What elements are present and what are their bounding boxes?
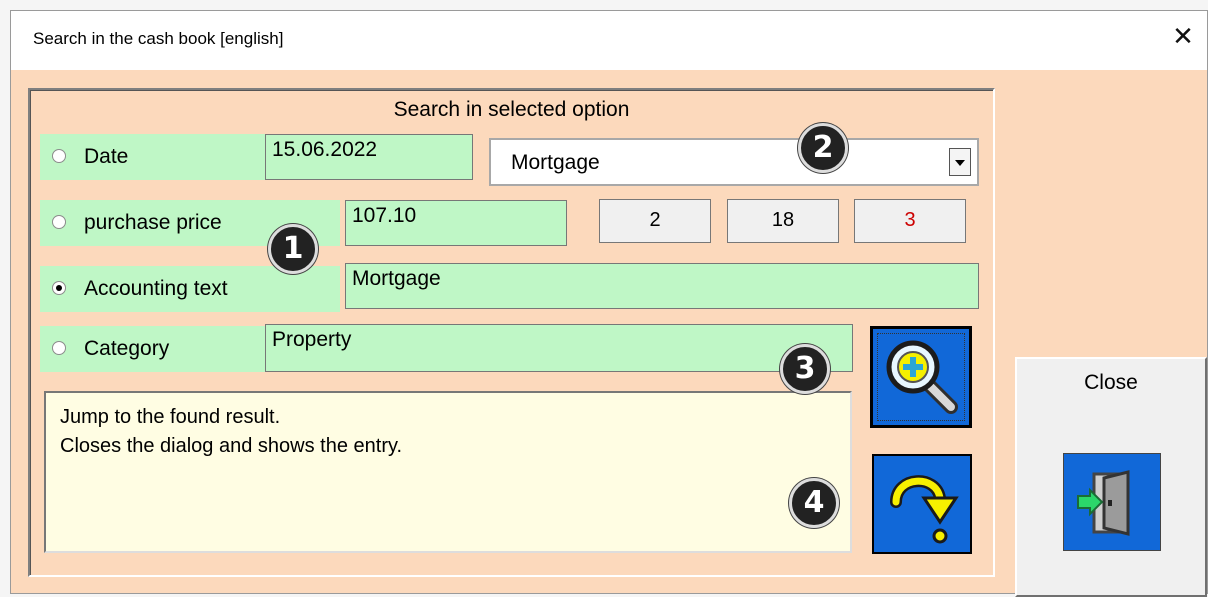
accounting-text-field[interactable]: Mortgage [345,263,979,309]
jump-to-result-button[interactable] [872,454,972,554]
counter-box-b: 18 [727,199,839,243]
accounting-text-label: Accounting text [84,277,228,300]
callout-badge-1: 1 [268,224,318,274]
close-label: Close [1084,371,1138,394]
category-label: Category [84,337,170,360]
exit-door-icon [1077,470,1130,536]
info-text: Jump to the found result. Closes the dia… [44,391,852,553]
exit-button[interactable] [1063,453,1161,551]
callout-badge-4: 4 [789,478,839,528]
counter-box-a: 2 [599,199,711,243]
close-panel: Close [1015,357,1207,597]
counter-box-c: 3 [854,199,966,243]
category-field[interactable]: Property [265,324,853,372]
accounting-text-radio[interactable] [52,281,66,295]
purchase-price-label: purchase price [84,211,222,234]
jump-arrow-icon [890,475,959,544]
panel-title: Search in selected option [393,98,630,121]
text-select[interactable]: Mortgage [489,138,979,186]
title-bar: Search in the cash book [english] ✕ [11,11,1207,70]
callout-badge-2: 2 [798,123,848,173]
search-dialog: Search in the cash book [english] ✕ Sear… [10,10,1208,597]
category-radio[interactable] [52,341,66,355]
purchase-price-radio[interactable] [52,215,66,229]
date-radio[interactable] [52,149,66,163]
window-title: Search in the cash book [english] [33,29,284,48]
option-date[interactable]: Date [40,134,265,180]
dropdown-arrow-icon[interactable] [949,148,971,176]
purchase-price-field[interactable]: 107.10 [345,200,567,246]
date-field[interactable]: 15.06.2022 [265,134,473,180]
date-label: Date [84,145,129,168]
search-button[interactable] [870,326,972,428]
search-plus-icon [886,340,958,414]
callout-badge-3: 3 [780,344,830,394]
close-icon[interactable]: ✕ [1167,21,1199,53]
text-select-value: Mortgage [511,151,600,174]
option-category[interactable]: Category [40,326,265,372]
